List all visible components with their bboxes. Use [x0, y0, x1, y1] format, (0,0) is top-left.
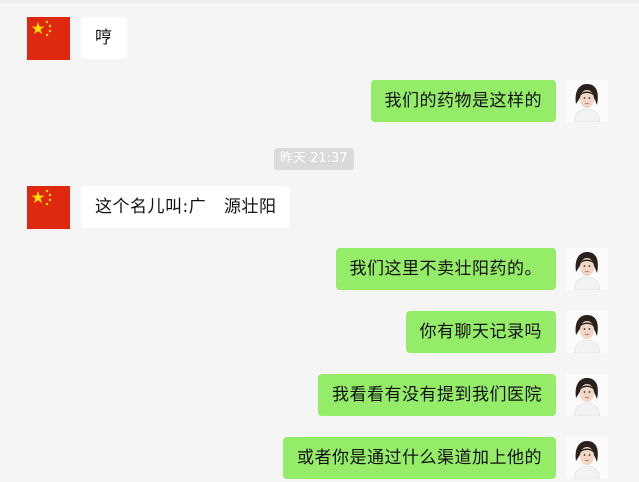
woman-avatar-icon[interactable]	[566, 80, 608, 122]
message-bubble-sent[interactable]: 我看看有没有提到我们医院	[318, 374, 556, 416]
woman-avatar-icon[interactable]	[566, 437, 608, 479]
message-bubble-sent[interactable]: 你有聊天记录吗	[405, 311, 556, 353]
message-bubble-received[interactable]: 这个名儿叫:广 源壮阳	[81, 186, 291, 228]
message-bubble-sent[interactable]: 我们这里不卖壮阳药的。	[335, 248, 556, 290]
message-bubble-sent[interactable]: 我们的药物是这样的	[370, 80, 556, 122]
message-bubble-sent[interactable]: 或者你是通过什么渠道加上他的	[283, 437, 556, 479]
woman-avatar-icon[interactable]	[566, 311, 608, 353]
message-bubble-received[interactable]: 哼	[81, 17, 127, 59]
top-divider	[0, 0, 639, 3]
woman-avatar-icon[interactable]	[566, 248, 608, 290]
woman-avatar-icon[interactable]	[566, 374, 608, 416]
timestamp: 昨天 21:37	[274, 148, 354, 170]
china-flag-icon[interactable]	[27, 186, 70, 229]
china-flag-icon[interactable]	[27, 17, 70, 60]
